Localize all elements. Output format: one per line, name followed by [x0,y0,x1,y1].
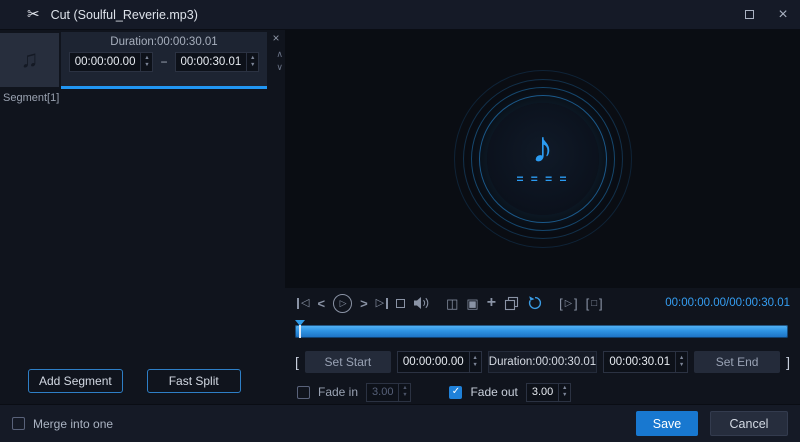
volume-button[interactable] [413,296,430,310]
music-note-icon: ♫ [21,46,39,74]
end-bracket: ] [786,354,790,370]
segment-label: Segment[1] [3,92,59,104]
segment-duration: Duration:00:00:30.01 [61,32,267,48]
set-end-button[interactable]: Set End [694,351,780,373]
timeline-track[interactable] [295,325,788,338]
cancel-button[interactable]: Cancel [710,411,788,436]
playback-time-display: 00:00:00.00/00:00:30.01 [665,297,790,309]
stop-button[interactable] [396,299,405,308]
fade-out-checkbox[interactable]: ✓ [449,386,462,399]
preview-disc: ♪ = = = = [487,103,599,215]
step-forward-icon[interactable]: > [360,297,368,310]
stop-segment-icon: □ [591,298,597,309]
segment-end-input[interactable]: 00:00:30.01 ▲ ▼ [175,52,260,72]
segment-delete-button[interactable]: × [269,31,283,45]
segment-progress-bar [61,86,267,89]
fade-out-label: Fade out [470,385,517,399]
skip-to-end-icon[interactable]: ▷ [376,298,388,309]
segment-start-input[interactable]: 00:00:00.00 ▲ ▼ [69,52,154,72]
add-segment-button[interactable]: Add Segment [28,369,123,393]
trim-duration-display: Duration:00:00:30.01 [488,351,598,373]
footer-bar: Merge into one Save Cancel [0,404,800,442]
start-bracket: [ [295,354,299,370]
equalizer-icon: = = = = [516,172,568,186]
window-controls: × [732,0,800,30]
transport-toolbar: ◁ < ▷ > ▷ ◫ ▣ + [ ▷ ] [ □ ] 00:0 [285,288,800,318]
skip-to-start-icon[interactable]: ◁ [297,298,309,309]
play-segment-button[interactable]: [ ▷ ] [559,296,578,311]
play-button[interactable]: ▷ [333,294,352,313]
audio-preview-area: ♪ = = = = [285,30,800,288]
trim-end-input[interactable]: 00:00:30.01 ▲ ▼ [603,351,688,373]
merge-into-one-checkbox[interactable] [12,417,25,430]
stop-segment-button[interactable]: [ □ ] [586,296,603,311]
chevron-down-icon[interactable]: ∨ [276,63,283,72]
chevron-up-icon[interactable]: ∧ [276,50,283,59]
preview-ring-outer: ♪ = = = = [454,70,632,248]
save-button[interactable]: Save [636,411,698,436]
segment-list-panel: ♫ Segment[1] Duration:00:00:30.01 00:00:… [0,30,285,404]
trim-end-spinner[interactable]: ▲ ▼ [675,352,687,372]
range-separator: − [160,55,167,69]
fade-in-label: Fade in [318,385,358,399]
spin-down-icon: ▼ [250,63,255,69]
segment-reorder: ∧ ∨ [276,50,283,72]
add-segment-icon[interactable]: + [487,295,496,311]
spin-down-icon: ▼ [679,363,684,369]
spin-up-icon: ▲ [562,386,567,392]
close-button[interactable]: × [766,0,800,30]
fade-out-spinner[interactable]: ▲ ▼ [558,384,570,401]
play-segment-icon: ▷ [565,298,572,309]
segment-end-spinner[interactable]: ▲ ▼ [246,53,258,71]
fade-out-duration-input[interactable]: 3.00 ▲ ▼ [526,383,571,402]
spin-up-icon: ▲ [250,56,255,62]
reset-button[interactable] [527,295,543,311]
maximize-button[interactable] [732,0,766,30]
spin-down-icon: ▼ [472,363,477,369]
checkmark-icon: ✓ [452,387,460,397]
spin-down-icon: ▼ [402,393,407,399]
total-time: 00:00:30.01 [729,297,790,309]
speaker-icon [413,296,430,310]
segment-thumbnail[interactable]: ♫ [0,33,59,87]
timeline[interactable] [295,320,788,340]
reset-icon [527,295,543,311]
maximize-icon [745,10,754,19]
segment-card[interactable]: Duration:00:00:30.01 00:00:00.00 ▲ ▼ − 0… [61,32,267,89]
trim-controls: [ Set Start 00:00:00.00 ▲ ▼ Duration:00:… [285,350,800,374]
frame-capture-icon[interactable]: ▣ [466,297,478,310]
spin-up-icon: ▲ [472,356,477,362]
delete-icon: × [272,31,279,45]
trim-start-input[interactable]: 00:00:00.00 ▲ ▼ [397,351,482,373]
spin-down-icon: ▼ [562,393,567,399]
fade-in-duration-input[interactable]: 3.00 ▲ ▼ [366,383,411,402]
segment-start-spinner[interactable]: ▲ ▼ [140,53,152,71]
music-note-icon: ♪ [532,126,554,170]
split-segment-icon[interactable]: ◫ [446,297,458,310]
titlebar: ✂ Cut (Soulful_Reverie.mp3) × [0,0,800,30]
fade-in-checkbox[interactable] [297,386,310,399]
play-icon: ▷ [340,299,347,308]
merge-into-one-label: Merge into one [33,417,113,431]
fast-split-button[interactable]: Fast Split [147,369,241,393]
stop-icon [396,299,405,308]
spin-up-icon: ▲ [144,56,149,62]
spin-down-icon: ▼ [144,63,149,69]
fade-in-spinner[interactable]: ▲ ▼ [398,384,410,401]
set-start-button[interactable]: Set Start [305,351,391,373]
copy-icon [504,296,519,311]
current-time: 00:00:00.00 [665,297,726,309]
window-title: Cut (Soulful_Reverie.mp3) [51,8,198,22]
step-back-icon[interactable]: < [317,297,325,310]
fade-controls: Fade in 3.00 ▲ ▼ ✓ Fade out 3.00 ▲ ▼ [285,381,800,403]
spin-up-icon: ▲ [679,356,684,362]
trim-start-spinner[interactable]: ▲ ▼ [469,352,481,372]
scissors-icon: ✂ [27,7,40,22]
playhead-marker[interactable] [295,320,307,340]
spin-up-icon: ▲ [402,386,407,392]
copy-segment-button[interactable] [504,296,519,311]
close-icon: × [778,7,787,23]
